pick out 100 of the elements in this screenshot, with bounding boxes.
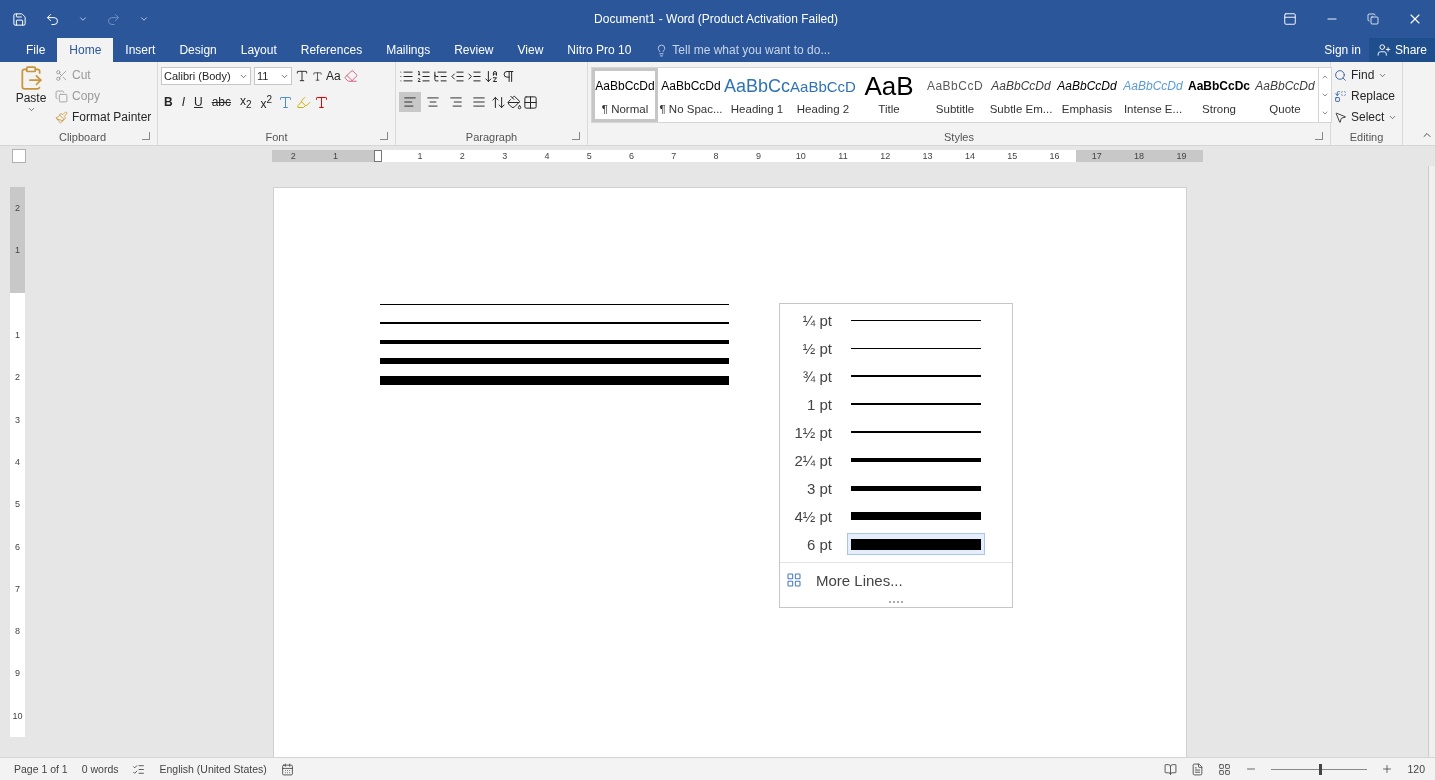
restore-icon[interactable] bbox=[1367, 13, 1379, 25]
format-button[interactable]: abc bbox=[208, 95, 235, 109]
replace-button[interactable]: Replace bbox=[1334, 86, 1398, 106]
bullets-icon[interactable] bbox=[399, 68, 414, 84]
ribbon-tab[interactable]: References bbox=[288, 38, 375, 62]
style-item[interactable]: AaBbCcDd Subtle Em... bbox=[988, 68, 1054, 122]
indent-marker[interactable] bbox=[373, 150, 382, 162]
more-icon[interactable] bbox=[1321, 109, 1329, 117]
copy-icon bbox=[55, 89, 68, 103]
launcher-icon[interactable] bbox=[572, 132, 580, 140]
ribbon-display-icon[interactable] bbox=[1283, 12, 1297, 26]
format-button[interactable]: U bbox=[191, 95, 206, 109]
format-button[interactable]: B bbox=[161, 95, 176, 109]
page-count[interactable]: Page 1 of 1 bbox=[14, 763, 68, 775]
style-item[interactable]: AaB Title bbox=[856, 68, 922, 122]
tell-me-field[interactable]: Tell me what you want to do... bbox=[655, 38, 1317, 62]
font-name-field[interactable]: Calibri (Body) bbox=[161, 67, 251, 85]
style-item[interactable]: AaBbCcDd Emphasis bbox=[1054, 68, 1120, 122]
style-item[interactable]: AaBbCcDd Quote bbox=[1252, 68, 1318, 122]
multilevel-list-icon[interactable] bbox=[433, 68, 448, 84]
ruler-number: 7 bbox=[10, 567, 25, 610]
clear-formatting-icon[interactable] bbox=[343, 69, 358, 83]
paste-button[interactable]: Paste bbox=[11, 65, 51, 128]
launcher-icon[interactable] bbox=[1315, 132, 1323, 140]
ruler-number: 9 bbox=[737, 150, 780, 162]
line-spacing-icon[interactable] bbox=[491, 94, 506, 110]
format-button[interactable]: x$_{2}$ bbox=[237, 93, 255, 111]
ribbon-tab[interactable]: View bbox=[505, 38, 556, 62]
save-icon[interactable] bbox=[12, 11, 27, 27]
grow-font-icon[interactable] bbox=[295, 69, 309, 83]
style-item[interactable]: AaBbCcDd ¶ No Spac... bbox=[658, 68, 724, 122]
ribbon-tab[interactable]: Insert bbox=[113, 38, 168, 62]
sort-icon[interactable] bbox=[484, 68, 499, 84]
style-item[interactable]: AaBbCcDd Intense E... bbox=[1120, 68, 1186, 122]
more-lines-item[interactable]: More Lines... bbox=[780, 562, 1012, 597]
style-item[interactable]: AaBbCcDd ¶ Normal bbox=[592, 68, 658, 122]
menu-item[interactable]: 3 pt bbox=[780, 474, 1012, 502]
menu-item[interactable]: ¼ pt bbox=[780, 306, 1012, 334]
share-button[interactable]: Share bbox=[1368, 38, 1435, 62]
print-layout-icon[interactable] bbox=[1191, 762, 1205, 776]
shading-icon[interactable] bbox=[507, 94, 522, 110]
menu-item[interactable]: 1½ pt bbox=[780, 418, 1012, 446]
text-effects-icon[interactable] bbox=[278, 94, 294, 110]
ribbon-tab[interactable]: Review bbox=[442, 38, 506, 62]
group-label: Styles bbox=[944, 130, 974, 143]
undo-icon[interactable] bbox=[45, 11, 60, 27]
font-color-icon[interactable] bbox=[314, 94, 330, 110]
increase-indent-icon[interactable] bbox=[467, 68, 482, 84]
language[interactable]: English (United States) bbox=[159, 763, 267, 775]
scroll-up-icon[interactable] bbox=[1321, 73, 1329, 81]
menu-item[interactable]: 1 pt bbox=[780, 390, 1012, 418]
style-item[interactable]: AaBbCcD Subtitle bbox=[922, 68, 988, 122]
style-item[interactable]: AaBbCcD Heading 2 bbox=[790, 68, 856, 122]
ruler-number: 4 bbox=[10, 440, 25, 484]
zoom-in-icon[interactable] bbox=[1381, 763, 1394, 775]
select-button[interactable]: Select bbox=[1334, 107, 1398, 127]
ribbon-tab[interactable]: Mailings bbox=[374, 38, 443, 62]
ruler-number: 3 bbox=[10, 398, 25, 441]
menu-item[interactable]: ¾ pt bbox=[780, 362, 1012, 390]
ribbon-tab[interactable]: Home bbox=[57, 38, 114, 62]
ribbon-tab[interactable]: Design bbox=[167, 38, 229, 62]
tab-selector[interactable] bbox=[12, 149, 26, 163]
find-button[interactable]: Find bbox=[1334, 65, 1398, 85]
format-painter-button[interactable]: Format Painter bbox=[55, 107, 152, 127]
read-mode-icon[interactable] bbox=[1164, 762, 1178, 776]
ribbon-tab[interactable]: File bbox=[14, 38, 58, 62]
caret-icon[interactable] bbox=[78, 14, 88, 24]
macro-icon[interactable] bbox=[280, 762, 294, 776]
shrink-font-icon[interactable] bbox=[312, 70, 323, 82]
style-name: Strong bbox=[1202, 103, 1236, 115]
menu-item[interactable]: 6 pt bbox=[780, 530, 1012, 558]
customize-caret-icon[interactable] bbox=[139, 14, 149, 24]
format-button[interactable]: I bbox=[178, 95, 188, 109]
align-button[interactable] bbox=[399, 92, 421, 112]
style-item[interactable]: AaBbCc Heading 1 bbox=[724, 68, 790, 122]
launcher-icon[interactable] bbox=[380, 132, 388, 140]
decrease-indent-icon[interactable] bbox=[450, 68, 465, 84]
scroll-bar[interactable] bbox=[1428, 166, 1435, 757]
ribbon-tab[interactable]: Nitro Pro 10 bbox=[555, 38, 644, 62]
zoom-level[interactable]: 120 bbox=[1407, 763, 1425, 775]
numbering-icon[interactable] bbox=[416, 68, 431, 84]
proofing-icon[interactable] bbox=[132, 762, 146, 776]
format-button[interactable]: x$^{2}$ bbox=[257, 93, 276, 111]
pilcrow-icon[interactable] bbox=[501, 68, 516, 84]
scroll-down-icon[interactable] bbox=[1321, 91, 1329, 99]
font-size-field[interactable]: 11 bbox=[254, 67, 292, 85]
word-count[interactable]: 0 words bbox=[81, 763, 119, 775]
style-item[interactable]: AaBbCcDc Strong bbox=[1186, 68, 1252, 122]
style-preview: AaBbCcDd bbox=[661, 78, 721, 95]
menu-item[interactable]: 4½ pt bbox=[780, 502, 1012, 530]
weight-label: ¾ pt bbox=[801, 367, 832, 385]
menu-item[interactable]: ½ pt bbox=[780, 334, 1012, 362]
borders-icon[interactable] bbox=[523, 94, 538, 110]
launcher-icon[interactable] bbox=[142, 132, 150, 140]
change-case-button[interactable]: Aa bbox=[326, 66, 341, 86]
menu-item[interactable]: 2¼ pt bbox=[780, 446, 1012, 474]
zoom-thumb[interactable] bbox=[1319, 763, 1323, 775]
sign-in-link[interactable]: Sign in bbox=[1316, 38, 1369, 62]
vertical-ruler[interactable]: 2 1 1 2 3 4 5 6 7 8 9 10 bbox=[10, 187, 25, 737]
ribbon-tab[interactable]: Layout bbox=[228, 38, 289, 62]
